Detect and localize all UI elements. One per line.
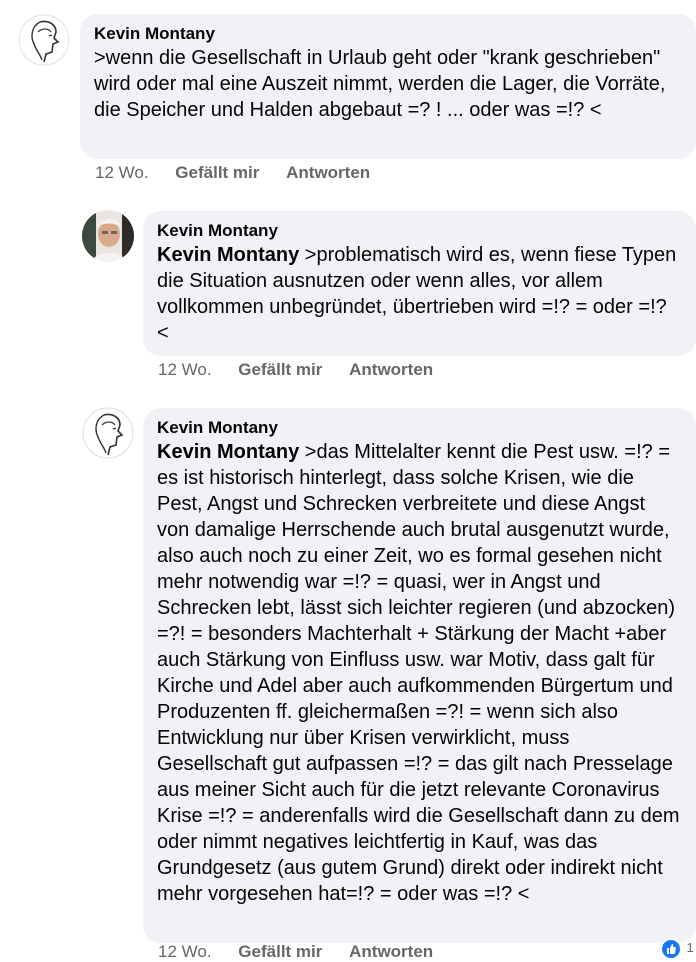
comment-timestamp[interactable]: 12 Wo. — [158, 360, 212, 380]
comment-bubble: Kevin Montany >wenn die Gesellschaft in … — [80, 14, 696, 159]
like-button[interactable]: Gefällt mir — [238, 360, 322, 380]
comment-actions: 12 Wo. Gefällt mir Antworten — [95, 163, 392, 183]
comment-timestamp[interactable]: 12 Wo. — [158, 942, 212, 962]
like-button[interactable]: Gefällt mir — [175, 163, 259, 183]
avatar[interactable] — [82, 407, 134, 459]
like-button[interactable]: Gefällt mir — [238, 942, 322, 962]
comment-timestamp[interactable]: 12 Wo. — [95, 163, 149, 183]
comment-text: >wenn die Gesellschaft in Urlaub geht od… — [94, 45, 682, 123]
mention[interactable]: Kevin Montany — [157, 441, 299, 463]
comment-body-text: >das Mittelalter kennt die Pest usw. =!?… — [157, 441, 680, 905]
photo-avatar-icon — [82, 210, 134, 262]
comment-actions: 12 Wo. Gefällt mir Antworten — [158, 360, 455, 380]
comment-body-text: >wenn die Gesellschaft in Urlaub geht od… — [94, 47, 666, 121]
comment-author[interactable]: Kevin Montany — [157, 417, 682, 439]
reaction-badge[interactable]: 1 — [660, 938, 694, 960]
sketch-face-avatar-icon — [82, 407, 134, 459]
avatar[interactable] — [82, 210, 134, 262]
mention[interactable]: Kevin Montany — [157, 244, 299, 266]
reply-button[interactable]: Antworten — [286, 163, 370, 183]
comment-actions: 12 Wo. Gefällt mir Antworten — [158, 942, 455, 962]
comment-bubble: Kevin Montany Kevin Montany >das Mittela… — [143, 408, 696, 943]
reply-button[interactable]: Antworten — [349, 360, 433, 380]
reply-button[interactable]: Antworten — [349, 942, 433, 962]
comment-text: Kevin Montany >problematisch wird es, we… — [157, 242, 682, 346]
sketch-face-avatar-icon — [18, 14, 70, 66]
comment-author[interactable]: Kevin Montany — [157, 220, 682, 242]
like-reaction-icon — [660, 938, 682, 960]
comment-author[interactable]: Kevin Montany — [94, 23, 682, 45]
comment-text: Kevin Montany >das Mittelalter kennt die… — [157, 439, 682, 907]
avatar[interactable] — [18, 14, 70, 66]
comment-bubble: Kevin Montany Kevin Montany >problematis… — [143, 211, 696, 356]
